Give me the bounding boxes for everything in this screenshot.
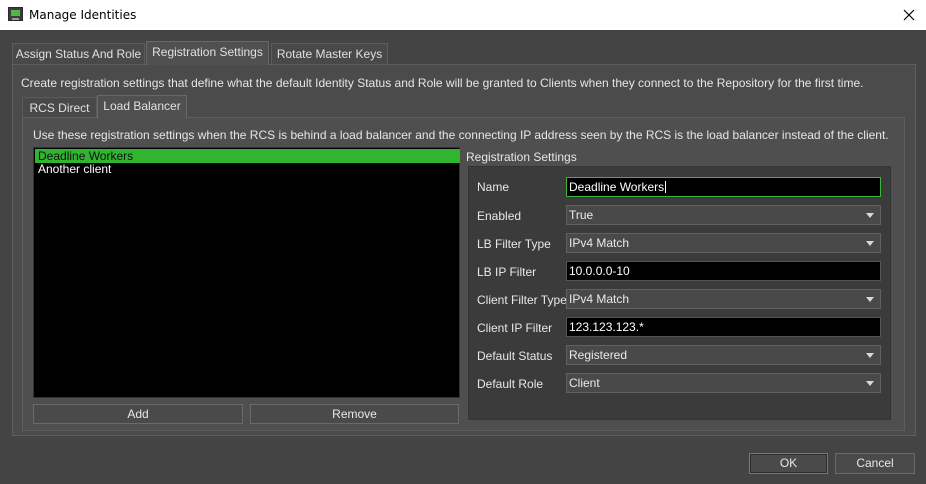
cancel-button[interactable]: Cancel (835, 453, 915, 474)
tab-assign-status-and-role[interactable]: Assign Status And Role (12, 43, 145, 65)
close-button[interactable] (892, 0, 926, 30)
enabled-label: Enabled (477, 209, 522, 223)
list-item[interactable]: Another client (35, 162, 460, 176)
registration-settings-title: Registration Settings (466, 150, 577, 164)
lb-ip-filter-field[interactable]: 10.0.0.0-10 (566, 261, 881, 281)
client-filter-type-label: Client Filter Type (477, 293, 567, 307)
chevron-down-icon (866, 213, 874, 218)
client-filter-type-value: IPv4 Match (569, 292, 630, 306)
client-filter-type-select[interactable]: IPv4 Match (566, 289, 881, 309)
lb-ip-filter-label: LB IP Filter (477, 265, 537, 279)
ok-button[interactable]: OK (749, 453, 828, 474)
chevron-down-icon (866, 381, 874, 386)
tab-registration-settings[interactable]: Registration Settings (146, 41, 269, 65)
name-field[interactable]: Deadline Workers (566, 177, 881, 197)
chevron-down-icon (866, 353, 874, 358)
default-status-select[interactable]: Registered (566, 345, 881, 365)
default-status-value: Registered (569, 348, 628, 362)
name-value: Deadline Workers (569, 180, 665, 194)
default-role-value: Client (569, 376, 600, 390)
remove-button[interactable]: Remove (250, 404, 459, 424)
client-list[interactable]: Deadline Workers Another client (33, 147, 460, 398)
lb-filter-type-select[interactable]: IPv4 Match (566, 233, 881, 253)
chevron-down-icon (866, 241, 874, 246)
window-title: Manage Identities (29, 8, 137, 22)
app-monitor-icon (8, 7, 23, 21)
tab-rotate-master-keys[interactable]: Rotate Master Keys (271, 43, 388, 65)
list-item[interactable]: Deadline Workers (35, 149, 460, 163)
subtab-rcs-direct[interactable]: RCS Direct (22, 97, 97, 119)
default-status-label: Default Status (477, 349, 553, 363)
chevron-down-icon (866, 297, 874, 302)
registration-description: Create registration settings that define… (21, 76, 864, 90)
close-icon (903, 9, 915, 21)
name-label: Name (477, 180, 510, 194)
add-button[interactable]: Add (33, 404, 243, 424)
default-role-select[interactable]: Client (566, 373, 881, 393)
subtab-load-balancer[interactable]: Load Balancer (97, 95, 187, 119)
lb-filter-type-label: LB Filter Type (477, 237, 551, 251)
default-role-label: Default Role (477, 377, 544, 391)
enabled-select[interactable]: True (566, 205, 881, 225)
client-ip-filter-label: Client IP Filter (477, 321, 553, 335)
lb-filter-type-value: IPv4 Match (569, 236, 630, 250)
text-caret (665, 181, 667, 193)
enabled-value: True (569, 208, 594, 222)
client-ip-filter-field[interactable]: 123.123.123.* (566, 317, 881, 337)
load-balancer-description: Use these registration settings when the… (33, 128, 889, 142)
title-bar: Manage Identities (0, 0, 926, 30)
